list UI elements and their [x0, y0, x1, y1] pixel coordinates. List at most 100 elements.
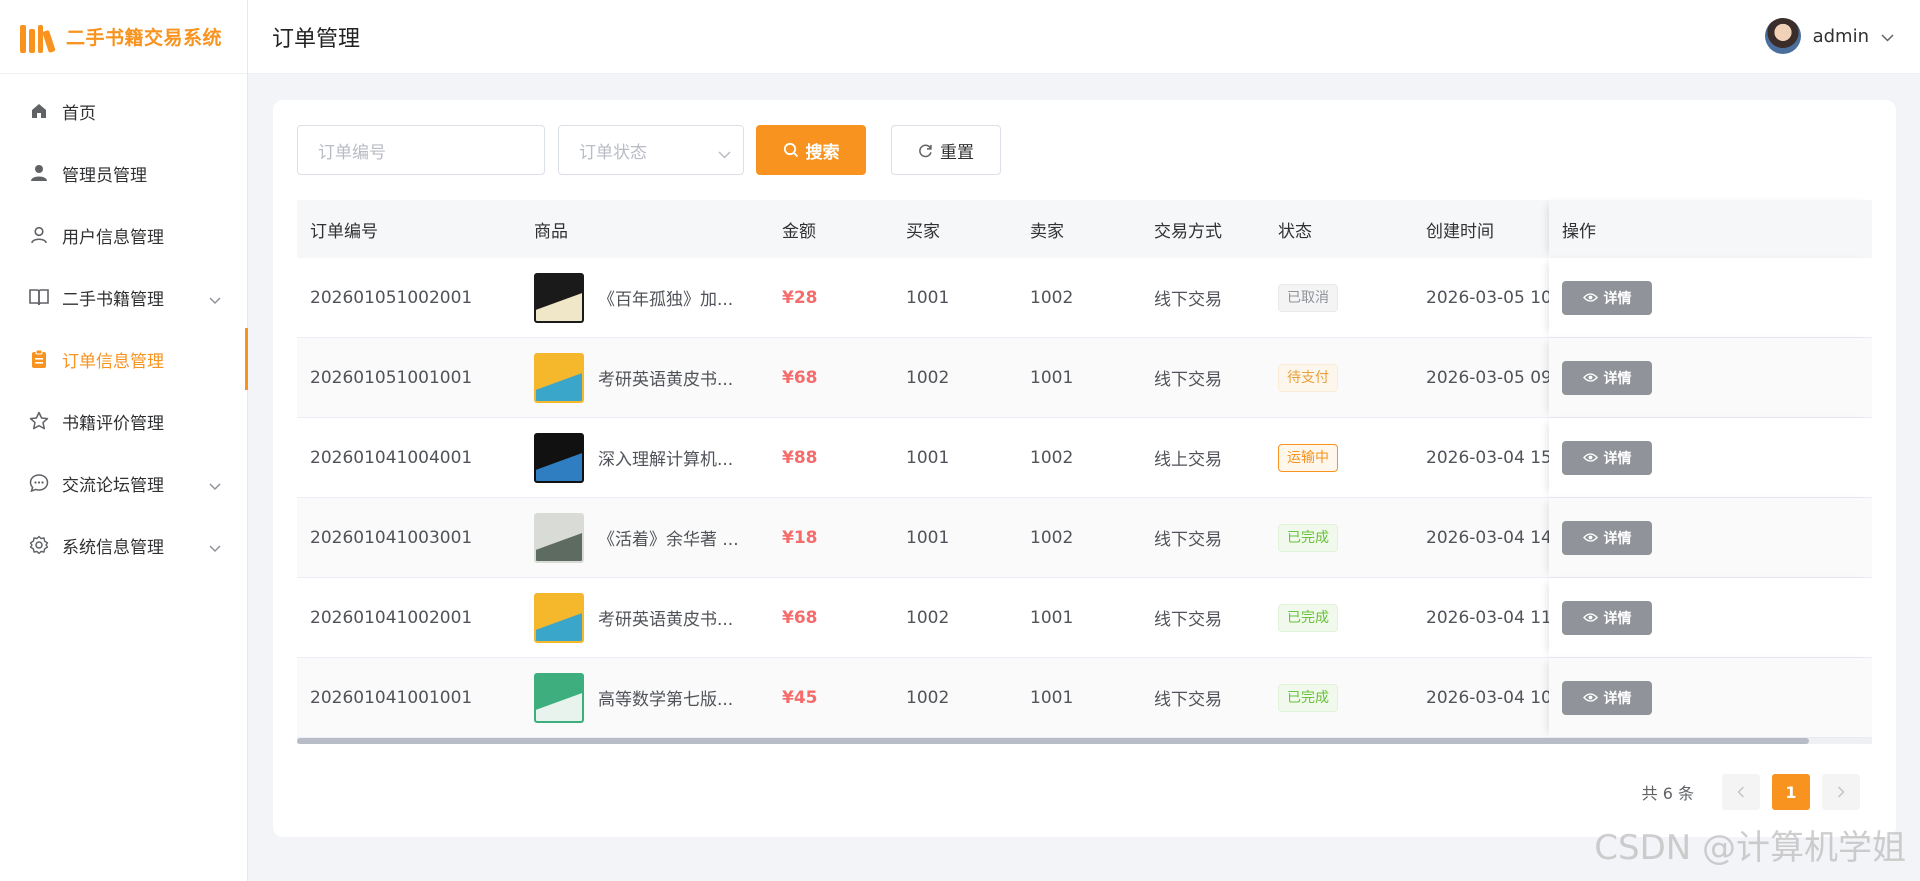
user-menu[interactable]: admin	[1764, 18, 1894, 54]
sidebar: 二手书籍交易系统 首页 管理员管理 用户信息管理 二手书籍管理 订单信息管理 书…	[0, 0, 248, 881]
ops-cell: 详情	[1549, 498, 1872, 577]
goods-name: 考研英语黄皮书...	[598, 610, 734, 630]
detail-button-label: 详情	[1603, 450, 1632, 467]
sidebar-item-label: 管理员管理	[62, 165, 147, 186]
page-title: 订单管理	[272, 26, 361, 52]
books-logo-icon	[20, 21, 56, 53]
book-cover-thumbnail	[534, 592, 584, 643]
table-row: 202601051002001 《百年孤独》加... ¥28 1001 1002…	[297, 258, 1872, 338]
detail-button[interactable]: 详情	[1562, 440, 1652, 475]
watermark: CSDN @计算机学姐	[1594, 828, 1906, 868]
brand: 二手书籍交易系统	[0, 0, 247, 74]
order-status-placeholder: 订单状态	[579, 142, 647, 163]
sidebar-item-label: 书籍评价管理	[62, 413, 164, 434]
search-button[interactable]: 搜索	[756, 125, 866, 175]
reset-button-label: 重置	[940, 142, 974, 163]
chevron-down-icon	[209, 290, 221, 310]
status-badge: 已完成	[1278, 603, 1338, 632]
user-solid-icon	[28, 162, 50, 184]
seller-id: 1002	[1030, 287, 1074, 308]
detail-button[interactable]: 详情	[1562, 360, 1652, 395]
chat-icon	[28, 472, 50, 494]
book-cover-thumbnail	[534, 432, 584, 483]
goods-cell: 《百年孤独》加...	[521, 272, 769, 323]
amount: ¥68	[782, 607, 818, 628]
order-number: 202601041001001	[310, 687, 473, 708]
sidebar-item-label: 二手书籍管理	[62, 289, 164, 310]
created-time: 2026-03-05 09:	[1426, 367, 1549, 388]
gear-icon	[28, 534, 50, 556]
sidebar-item-books[interactable]: 二手书籍管理	[0, 266, 247, 328]
detail-button[interactable]: 详情	[1562, 680, 1652, 715]
sidebar-item-label: 系统信息管理	[62, 537, 164, 558]
detail-button-label: 详情	[1603, 610, 1632, 627]
page-number-button[interactable]: 1	[1772, 774, 1810, 810]
ops-cell: 详情	[1549, 578, 1872, 657]
seller-id: 1001	[1030, 607, 1074, 628]
order-status-select[interactable]: 订单状态	[558, 125, 744, 175]
status-badge: 待支付	[1278, 363, 1338, 392]
order-number: 202601051001001	[310, 367, 473, 388]
next-page-button[interactable]	[1822, 774, 1860, 810]
book-cover-thumbnail	[534, 272, 584, 323]
book-cover-thumbnail	[534, 352, 584, 403]
seller-id: 1002	[1030, 527, 1074, 548]
reset-button[interactable]: 重置	[891, 125, 1001, 175]
order-number-input[interactable]: 订单编号	[297, 125, 545, 175]
order-number: 202601041004001	[310, 447, 473, 468]
goods-name: 高等数学第七版...	[598, 690, 734, 710]
status-badge: 已完成	[1278, 523, 1338, 552]
column-header: 卖家	[1030, 221, 1064, 242]
chevron-down-icon	[209, 476, 221, 496]
eye-icon	[1582, 693, 1598, 702]
status-badge: 已完成	[1278, 683, 1338, 712]
top-header: 订单管理 admin	[248, 0, 1920, 74]
detail-button[interactable]: 详情	[1562, 600, 1652, 635]
column-header: 创建时间	[1426, 221, 1494, 242]
column-header: 状态	[1278, 221, 1312, 242]
ops-cell: 详情	[1549, 658, 1872, 737]
column-header: 交易方式	[1154, 221, 1222, 242]
sidebar-item-orders[interactable]: 订单信息管理	[0, 328, 248, 390]
chevron-down-icon	[209, 538, 221, 558]
ops-cell: 详情	[1549, 418, 1872, 497]
status-cell: 已完成	[1265, 523, 1413, 552]
trade-method: 线下交易	[1154, 610, 1222, 630]
home-icon	[28, 100, 50, 122]
column-header: 操作	[1549, 200, 1872, 258]
horizontal-scrollbar[interactable]	[297, 738, 1872, 744]
status-cell: 已完成	[1265, 603, 1413, 632]
status-cell: 运输中	[1265, 443, 1413, 472]
detail-button[interactable]: 详情	[1562, 520, 1652, 555]
main-card: 订单编号 订单状态 搜索 重置 订单编号 商品 金额 买家 卖家 交易方式 状态…	[273, 100, 1896, 837]
sidebar-item-label: 用户信息管理	[62, 227, 164, 248]
scrollbar-thumb[interactable]	[297, 738, 1809, 744]
column-header: 买家	[906, 221, 940, 242]
detail-button[interactable]: 详情	[1562, 280, 1652, 315]
username: admin	[1812, 25, 1869, 47]
book-cover-thumbnail	[534, 512, 584, 563]
seller-id: 1001	[1030, 687, 1074, 708]
amount: ¥88	[782, 447, 818, 468]
status-badge: 已取消	[1278, 283, 1338, 312]
status-cell: 已取消	[1265, 283, 1413, 312]
buyer-id: 1002	[906, 367, 950, 388]
eye-icon	[1582, 293, 1598, 302]
sidebar-item-reviews[interactable]: 书籍评价管理	[0, 390, 247, 452]
status-cell: 待支付	[1265, 363, 1413, 392]
prev-page-button[interactable]	[1722, 774, 1760, 810]
eye-icon	[1582, 373, 1598, 382]
sidebar-item-users[interactable]: 用户信息管理	[0, 204, 247, 266]
sidebar-item-system[interactable]: 系统信息管理	[0, 514, 247, 576]
sidebar-item-admins[interactable]: 管理员管理	[0, 142, 247, 204]
trade-method: 线下交易	[1154, 530, 1222, 550]
column-header: 金额	[782, 221, 816, 242]
filter-bar: 订单编号 订单状态 搜索 重置	[297, 125, 1001, 175]
goods-cell: 《活着》余华著 ...	[521, 512, 769, 563]
status-cell: 已完成	[1265, 683, 1413, 712]
sidebar-item-forum[interactable]: 交流论坛管理	[0, 452, 247, 514]
table-header: 订单编号 商品 金额 买家 卖家 交易方式 状态 创建时间 操作	[297, 200, 1872, 258]
sidebar-item-home[interactable]: 首页	[0, 80, 247, 142]
chevron-down-icon	[718, 144, 731, 164]
detail-button-label: 详情	[1603, 370, 1632, 387]
